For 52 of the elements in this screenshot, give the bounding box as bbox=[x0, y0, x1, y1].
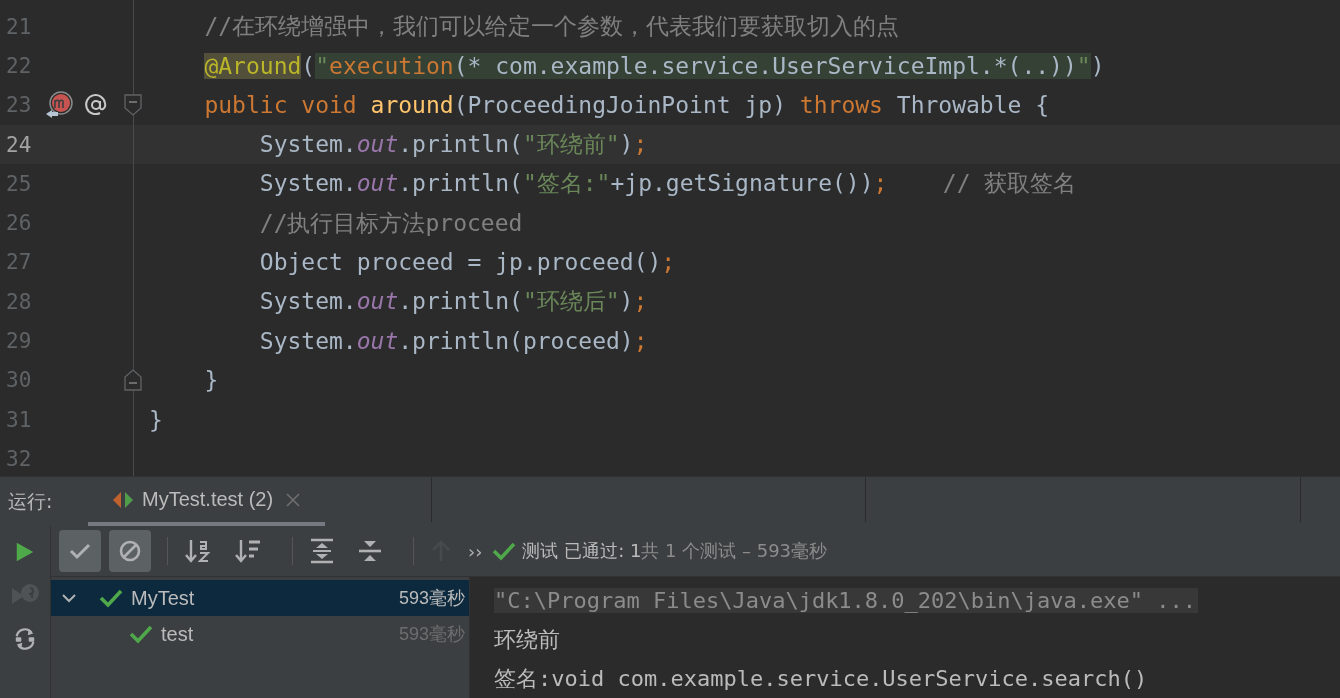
code-line: System.out.println("环绕前"); bbox=[258, 130, 648, 160]
sort-by-duration-icon[interactable] bbox=[234, 538, 262, 564]
code-line: System.out.println("环绕后"); bbox=[258, 287, 648, 317]
line-number: 32 bbox=[5, 446, 33, 471]
test-run-icon bbox=[112, 489, 134, 510]
test-status: 测试 已通过: 1 bbox=[522, 539, 642, 563]
code-editor[interactable] bbox=[0, 0, 1340, 476]
code-line: } bbox=[203, 367, 219, 394]
line-number: 23 bbox=[5, 93, 33, 118]
close-icon[interactable] bbox=[285, 491, 302, 508]
console-line: 签名:void com.example.service.UserService.search() bbox=[494, 664, 1148, 693]
code-line: } bbox=[149, 406, 163, 433]
line-number: 28 bbox=[5, 289, 33, 314]
check-icon bbox=[99, 588, 123, 608]
ban-icon bbox=[118, 539, 142, 563]
test-summary: 共 1 个测试 – 593毫秒 bbox=[641, 539, 828, 563]
line-number: 25 bbox=[5, 171, 33, 196]
line-number: 29 bbox=[5, 329, 33, 353]
fold-marker-icon[interactable] bbox=[123, 369, 143, 392]
code-line: //在环绕增强中，我们可以给定一个参数，代表我们要获取切入的点 bbox=[203, 12, 900, 42]
collapse-all-icon[interactable] bbox=[357, 538, 383, 564]
test-duration: 593毫秒 bbox=[398, 587, 465, 610]
test-tree-item[interactable]: MyTest 593毫秒 bbox=[51, 580, 469, 616]
line-number: 22 bbox=[5, 53, 33, 78]
run-tab[interactable]: MyTest.test (2) bbox=[88, 477, 326, 526]
check-icon bbox=[492, 541, 517, 561]
check-icon bbox=[129, 624, 153, 644]
code-line: System.out.println("签名:"+jp.getSignature()); // 获取签名 bbox=[258, 169, 1077, 199]
code-line: public void around(ProceedingJoinPoint jp) throws Throwable { bbox=[203, 92, 1050, 119]
line-number: 21 bbox=[5, 14, 33, 39]
method-override-icon[interactable] bbox=[44, 90, 76, 121]
more-button[interactable]: ›› bbox=[468, 540, 483, 562]
line-number: 31 bbox=[5, 407, 33, 432]
chevron-icon[interactable] bbox=[61, 592, 77, 604]
test-name: MyTest bbox=[131, 586, 196, 610]
line-number: 26 bbox=[5, 211, 33, 236]
line-number: 24 bbox=[5, 132, 33, 157]
code-line: Object proceed = jp.proceed(); bbox=[258, 249, 676, 276]
sort-alphabetically-icon[interactable] bbox=[184, 538, 212, 564]
run-label: 运行: bbox=[8, 488, 54, 514]
test-name: test bbox=[161, 622, 195, 646]
show-passed-toggle[interactable] bbox=[59, 530, 101, 572]
annotation-icon[interactable] bbox=[84, 93, 108, 118]
expand-all-icon[interactable] bbox=[309, 538, 335, 564]
auto-rerun-icon[interactable] bbox=[13, 626, 37, 652]
code-line: //执行目标方法proceed bbox=[258, 208, 523, 238]
code-line: System.out.println(proceed); bbox=[258, 328, 648, 354]
line-number: 27 bbox=[5, 250, 33, 275]
line-number: 30 bbox=[5, 368, 33, 393]
console-line: 环绕前 bbox=[494, 625, 560, 654]
show-ignored-toggle[interactable] bbox=[109, 530, 151, 572]
fold-marker-icon[interactable] bbox=[123, 94, 143, 117]
